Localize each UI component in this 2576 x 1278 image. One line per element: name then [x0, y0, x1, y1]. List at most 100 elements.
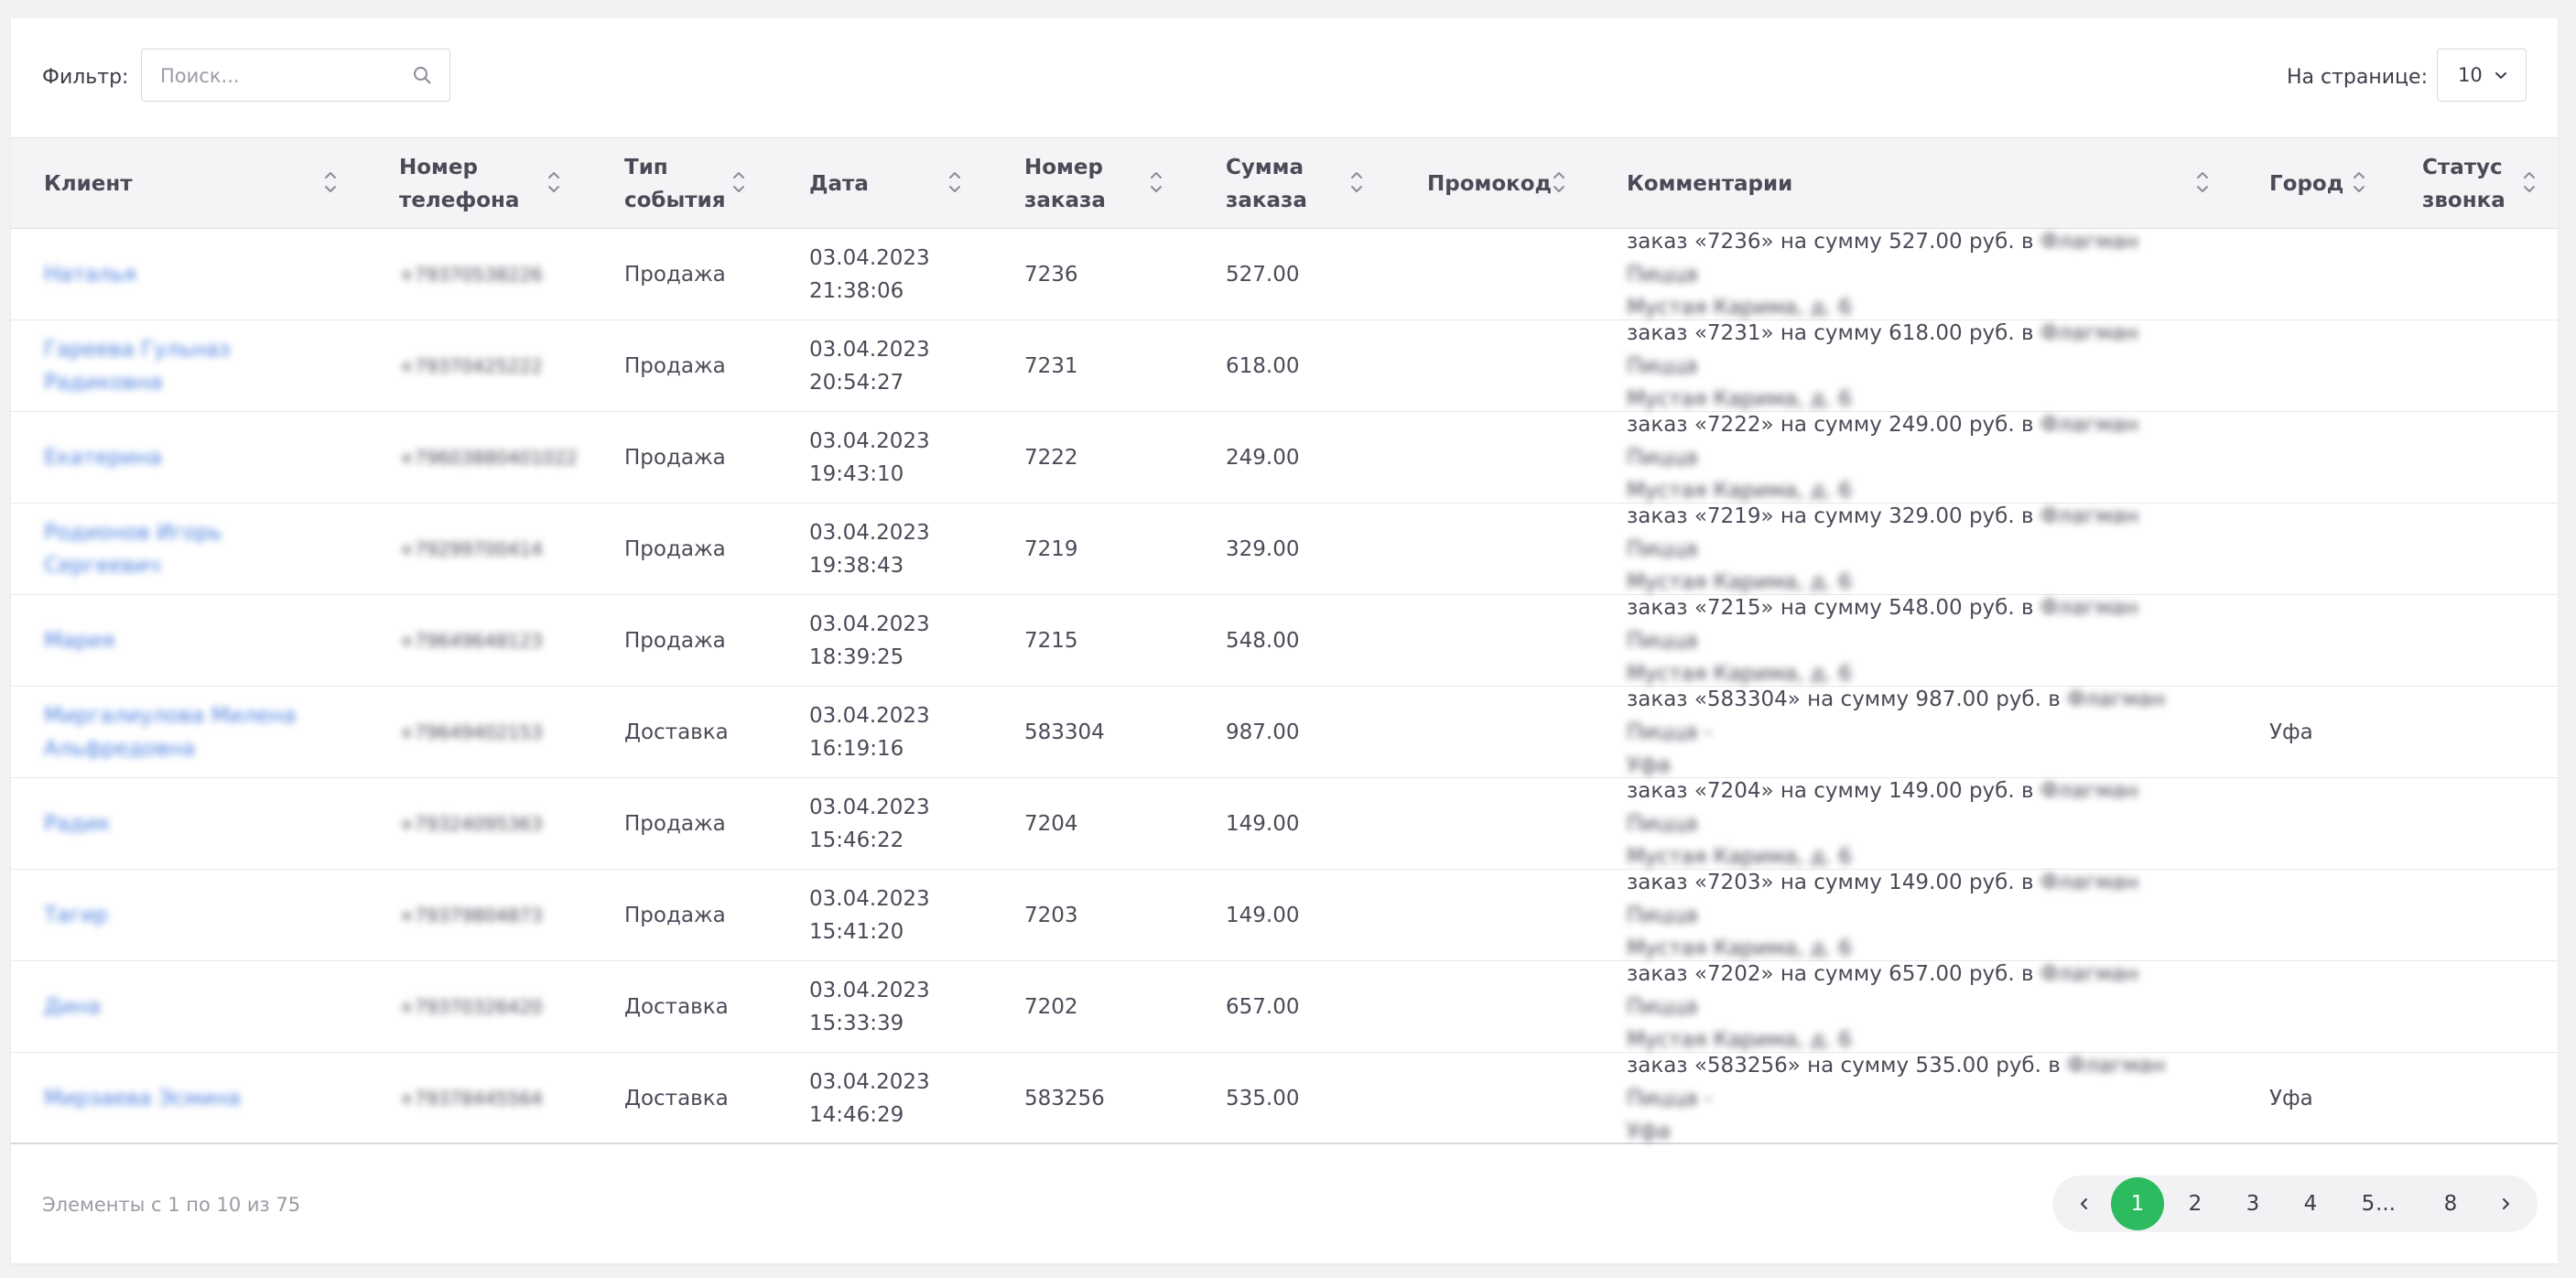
client-link[interactable]: Дина: [44, 991, 101, 1023]
search-input[interactable]: [158, 49, 400, 102]
pagination-prev-button[interactable]: [2058, 1175, 2111, 1232]
column-header-line: Статус: [2422, 156, 2503, 179]
date-value: 03.04.2023: [809, 704, 930, 728]
date-cell: 03.04.2023 18:39:25: [809, 595, 930, 687]
sort-icon[interactable]: [1551, 168, 1567, 197]
client-link[interactable]: Екатерина: [44, 441, 162, 474]
sort-icon[interactable]: [2194, 168, 2211, 197]
date-value: 03.04.2023: [809, 796, 930, 819]
comment-location: Уфа: [1627, 1120, 1671, 1143]
phone-cell: +79299700414: [399, 504, 543, 595]
pagination-page-8[interactable]: 8: [2424, 1175, 2477, 1232]
client-link[interactable]: Мирзаева Эсмина: [44, 1082, 241, 1115]
pagination-page-2[interactable]: 2: [2169, 1175, 2222, 1232]
client-cell: Дина: [44, 961, 319, 1053]
pagination-next-button[interactable]: [2479, 1175, 2532, 1232]
client-name-line: Дина: [44, 995, 102, 1019]
client-cell: Миргалиулова Милена Альфредовна: [44, 687, 319, 778]
client-link[interactable]: Наталья: [44, 258, 136, 291]
column-header-date[interactable]: Дата: [809, 138, 869, 230]
pagination-ellipsis: ...: [2376, 1192, 2396, 1216]
comment-visible: заказ «583304» на сумму 987.00 руб. в: [1627, 688, 2061, 711]
table-row[interactable]: Екатерина +79603880401022 Продажа 03.04.202…: [11, 412, 2558, 504]
client-link[interactable]: Мария: [44, 624, 114, 657]
phone-number: +79370425222: [399, 355, 543, 377]
column-header-comment[interactable]: Комментарии: [1627, 138, 1792, 230]
comment-cell: заказ «7215» на сумму 548.00 руб. в Флаг…: [1627, 595, 2194, 687]
client-link[interactable]: Родионов Игорь Сергеевич: [44, 516, 319, 582]
date-cell: 03.04.2023 21:38:06: [809, 229, 930, 320]
phone-number: +79324095363: [399, 813, 543, 835]
order-sum-cell: 987.00: [1226, 720, 1300, 744]
pagination-page-1[interactable]: 1: [2111, 1177, 2164, 1230]
comment-text: заказ «583256» на сумму 535.00 руб. в Фл…: [1627, 1049, 2194, 1148]
sort-icon[interactable]: [2521, 168, 2538, 197]
comment-visible: заказ «7231» на сумму 618.00 руб. в: [1627, 321, 2034, 345]
client-link[interactable]: Гареева Гульназ Радиковна: [44, 333, 319, 399]
order-number-cell: 7231: [1024, 354, 1078, 378]
column-header-city[interactable]: Город: [2269, 138, 2343, 230]
comment-cell: заказ «7203» на сумму 149.00 руб. в Флаг…: [1627, 870, 2194, 961]
column-header-call-status[interactable]: Статус звонка: [2422, 138, 2506, 230]
order-number-cell: 7202: [1024, 995, 1078, 1019]
order-number-cell: 583304: [1024, 720, 1105, 744]
time-value: 19:38:43: [809, 554, 904, 578]
event-type-cell: Продажа: [624, 354, 726, 378]
sort-icon[interactable]: [2351, 168, 2367, 197]
comment-cell: заказ «7236» на сумму 527.00 руб. в Флаг…: [1627, 229, 2194, 320]
sort-icon[interactable]: [322, 168, 339, 197]
table-row[interactable]: Родионов Игорь Сергеевич +79299700414 Прод…: [11, 504, 2558, 595]
per-page-select[interactable]: 10: [2437, 49, 2527, 102]
column-header-line: заказа: [1024, 189, 1106, 212]
table-row[interactable]: Дина +79370326420 Доставка 03.04.2023 15:33:…: [11, 961, 2558, 1053]
column-header-line: звонка: [2422, 189, 2506, 212]
sort-icon[interactable]: [1148, 168, 1164, 197]
client-cell: Мирзаева Эсмина: [44, 1053, 319, 1144]
column-header-phone[interactable]: Номер телефона: [399, 138, 519, 230]
chevron-left-icon: [2081, 1198, 2087, 1209]
sort-icon[interactable]: [947, 168, 963, 197]
table-row[interactable]: Гареева Гульназ Радиковна +79370425222 Про…: [11, 320, 2558, 412]
sort-icon[interactable]: [546, 168, 562, 197]
table-row[interactable]: Радик +79324095363 Продажа 03.04.2023 15:46:…: [11, 778, 2558, 870]
phone-number: +79379804873: [399, 904, 543, 926]
phone-number: +79603880401022: [399, 447, 578, 469]
column-header-order-number[interactable]: Номер заказа: [1024, 138, 1106, 230]
time-value: 15:33:39: [809, 1012, 904, 1035]
column-header-order-sum[interactable]: Сумма заказа: [1226, 138, 1307, 230]
client-cell: Мария: [44, 595, 319, 687]
table-row[interactable]: Миргалиулова Милена Альфредовна +796494021…: [11, 687, 2558, 778]
column-header-line: Номер: [399, 156, 478, 179]
column-header-event-type[interactable]: Тип события: [624, 138, 726, 230]
table-row[interactable]: Наталья +79370538226 Продажа 03.04.2023 21:3…: [11, 229, 2558, 320]
sort-icon[interactable]: [1348, 168, 1365, 197]
comment-text: заказ «7202» на сумму 657.00 руб. в Флаг…: [1627, 958, 2194, 1056]
search-box[interactable]: [141, 49, 450, 102]
event-type-cell: Продажа: [624, 537, 726, 561]
date-cell: 03.04.2023 15:41:20: [809, 870, 930, 961]
column-header-line: телефона: [399, 189, 520, 212]
time-value: 19:43:10: [809, 462, 904, 486]
order-number-cell: 7204: [1024, 812, 1078, 836]
client-cell: Тагир: [44, 870, 319, 961]
client-link[interactable]: Тагир: [44, 899, 108, 932]
table-row[interactable]: Тагир +79379804873 Продажа 03.04.2023 15:41:…: [11, 870, 2558, 961]
sort-icon[interactable]: [731, 168, 747, 197]
column-header-promo[interactable]: Промокод: [1427, 138, 1552, 230]
time-value: 20:54:27: [809, 371, 904, 395]
client-link[interactable]: Радик: [44, 807, 111, 840]
client-link[interactable]: Миргалиулова Милена Альфредовна: [44, 699, 296, 765]
pagination-page-4[interactable]: 4: [2284, 1175, 2337, 1232]
city-cell: Уфа: [2269, 1087, 2313, 1110]
date-value: 03.04.2023: [809, 1070, 930, 1094]
column-header-line: Номер: [1024, 156, 1103, 179]
phone-number: +79378445564: [399, 1088, 543, 1110]
comment-cell: заказ «7231» на сумму 618.00 руб. в Флаг…: [1627, 320, 2194, 412]
table-row[interactable]: Мария +79649648123 Продажа 03.04.2023 18:39:…: [11, 595, 2558, 687]
client-name-line: Мирзаева Эсмина: [44, 1087, 241, 1110]
pagination-page-3[interactable]: 3: [2226, 1175, 2279, 1232]
comment-text: заказ «7219» на сумму 329.00 руб. в Флаг…: [1627, 500, 2194, 599]
table-row[interactable]: Мирзаева Эсмина +79378445564 Доставка 03.04…: [11, 1053, 2558, 1144]
column-header-line: события: [624, 189, 726, 212]
column-header-client[interactable]: Клиент: [44, 138, 133, 230]
